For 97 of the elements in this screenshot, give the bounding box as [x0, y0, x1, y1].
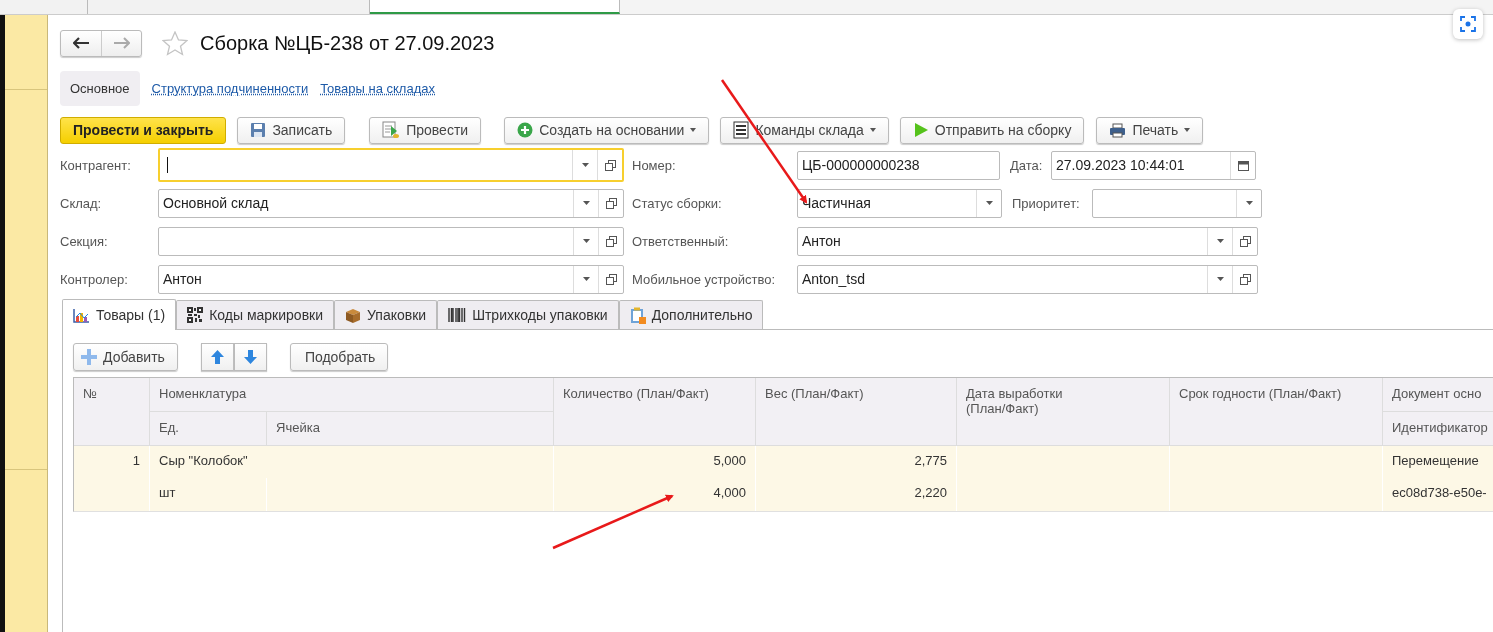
toolbar-button[interactable]: Печать	[1096, 116, 1204, 144]
qr-code-icon	[187, 307, 204, 323]
dropdown-icon[interactable]	[1245, 201, 1253, 205]
input-field[interactable]	[1092, 188, 1262, 218]
field-label: Ответственный:	[632, 233, 730, 249]
column-header: Ячейка	[267, 412, 554, 446]
open-icon[interactable]	[1239, 235, 1251, 247]
chart-icon	[73, 307, 90, 323]
column-header: Идентификатор	[1383, 412, 1493, 446]
dropdown-icon[interactable]	[985, 201, 993, 205]
table-cell: 2,220	[756, 478, 957, 511]
table-cell: Сыр "Колобок"	[150, 446, 554, 478]
caret-icon	[869, 128, 876, 132]
input-field[interactable]: 27.09.2023 10:44:01	[1051, 150, 1256, 180]
input-field[interactable]: ЦБ-000000000238	[797, 150, 1000, 180]
toolbar-button[interactable]: Отправить на сборку	[899, 116, 1085, 144]
tab[interactable]: Штрихкоды упаковки	[437, 300, 619, 329]
open-icon[interactable]	[604, 159, 616, 171]
warehouse-icon	[733, 121, 750, 139]
toolbar-button[interactable]: Провести и закрыть	[60, 116, 227, 144]
field-label: Секция:	[60, 233, 109, 249]
field-label: Приоритет:	[1012, 195, 1081, 211]
open-icon[interactable]	[605, 235, 617, 247]
barcode-icon	[448, 308, 467, 322]
section-link[interactable]: Структура подчиненности	[151, 70, 309, 106]
arrow-down-icon	[243, 349, 257, 364]
tab[interactable]: Упаковки	[334, 300, 438, 329]
dropdown-icon[interactable]	[1216, 239, 1224, 243]
field-label: Контролер:	[60, 271, 129, 287]
column-header: Номенклатура	[150, 378, 554, 412]
move-down-button[interactable]	[233, 342, 267, 371]
field-label: Номер:	[632, 157, 677, 173]
input-field[interactable]	[158, 148, 624, 182]
caret-icon	[690, 128, 697, 132]
table-cell: 5,000	[554, 446, 756, 478]
star-icon[interactable]	[162, 30, 188, 56]
toolbar-button[interactable]: Создать на основании	[504, 116, 710, 144]
column-header: Срок годности (План/Факт)	[1170, 378, 1383, 446]
add-button[interactable]: Добавить	[73, 342, 178, 371]
viewfinder-icon	[1460, 16, 1476, 32]
printer-icon	[1109, 122, 1127, 138]
clipboard-icon	[629, 306, 646, 324]
column-header: Вес (План/Факт)	[756, 378, 957, 446]
table-cell: 4,000	[554, 478, 756, 511]
field-label: Мобильное устройство:	[632, 271, 777, 287]
column-header: Количество (План/Факт)	[554, 378, 756, 446]
dropdown-icon[interactable]	[1216, 277, 1224, 281]
table-cell: 1	[74, 446, 150, 511]
table-cell: Перемещение	[1383, 446, 1493, 478]
section-link[interactable]: Товары на складах	[320, 70, 435, 106]
pick-button[interactable]: Подобрать	[289, 342, 389, 371]
box-icon	[345, 307, 362, 323]
tab[interactable]: Коды маркировки	[176, 300, 335, 329]
section-link[interactable]: Основное	[60, 70, 140, 106]
plus-icon	[80, 347, 98, 366]
document-title: Сборка №ЦБ-238 от 27.09.2023	[200, 31, 495, 55]
post-icon	[382, 121, 401, 139]
field-label: Статус сборки:	[632, 195, 723, 211]
input-field[interactable]: Антон	[797, 226, 1258, 256]
dropdown-icon[interactable]	[582, 239, 590, 243]
field-label: Дата:	[1010, 157, 1044, 173]
open-icon[interactable]	[605, 197, 617, 209]
input-field[interactable]: Anton_tsd	[797, 264, 1258, 294]
arrow-up-icon	[210, 349, 224, 364]
field-label: Склад:	[60, 195, 103, 211]
tab[interactable]: Товары (1)	[62, 299, 177, 330]
plus-circle-icon	[517, 122, 534, 138]
table-cell: ec08d738-e50e-	[1383, 478, 1493, 511]
input-field[interactable]	[158, 226, 624, 256]
input-field[interactable]: Частичная	[797, 188, 1002, 218]
dropdown-icon[interactable]	[582, 201, 590, 205]
toolbar-button[interactable]: Команды склада	[720, 116, 889, 144]
toolbar-button[interactable]: Провести	[369, 116, 482, 144]
open-icon[interactable]	[1239, 273, 1251, 285]
arrow-left-icon	[73, 37, 89, 49]
input-field[interactable]: Антон	[158, 264, 624, 294]
play-icon	[912, 122, 929, 138]
dropdown-icon[interactable]	[582, 277, 590, 281]
save-icon	[250, 122, 267, 138]
move-up-button[interactable]	[200, 342, 234, 371]
column-header: Документ осно	[1383, 378, 1493, 412]
tab[interactable]: Дополнительно	[618, 300, 764, 329]
dropdown-icon[interactable]	[581, 163, 589, 167]
calendar-icon[interactable]	[1237, 159, 1249, 171]
open-icon[interactable]	[605, 273, 617, 285]
window-tab[interactable]	[370, 0, 620, 14]
table-cell: 2,775	[756, 446, 957, 478]
scan-button[interactable]	[1453, 9, 1483, 39]
input-field[interactable]: Основной склад	[158, 188, 624, 218]
column-header: Дата выработки (План/Факт)	[957, 378, 1170, 446]
toolbar-button[interactable]: Записать	[237, 116, 346, 144]
field-label: Контрагент:	[60, 157, 132, 173]
table-cell: шт	[150, 478, 267, 511]
column-header: №	[74, 378, 150, 446]
arrow-right-icon	[113, 37, 130, 49]
caret-icon	[1184, 128, 1191, 132]
column-header: Ед.	[150, 412, 267, 446]
